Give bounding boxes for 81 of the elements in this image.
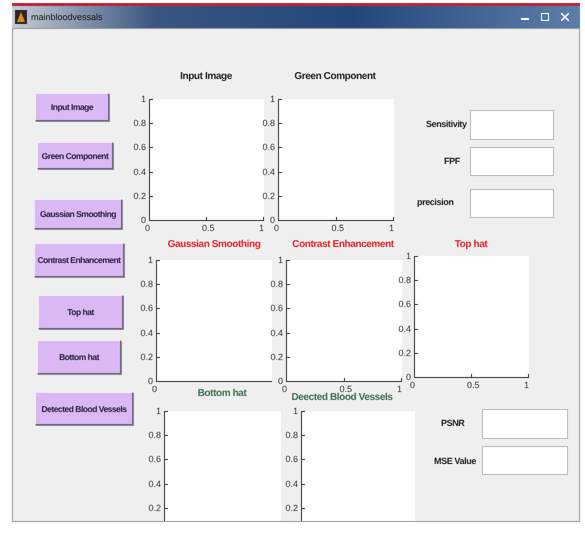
tick-label: 1 xyxy=(140,94,146,104)
tick-label: 1 xyxy=(156,406,161,416)
tick-label: 0.8 xyxy=(285,430,298,440)
input-field[interactable] xyxy=(470,110,554,140)
tick-label: 1 xyxy=(397,384,402,394)
axes-title: Gaussian Smoothing xyxy=(168,239,260,250)
input-field[interactable] xyxy=(482,409,568,439)
tick-label: 0.6 xyxy=(398,299,411,310)
axes-title: Bottom hat xyxy=(198,388,246,399)
push-button[interactable]: Contrast Enhancement xyxy=(34,243,124,277)
tick-label: 0 xyxy=(410,380,416,390)
tick-label: 0.4 xyxy=(133,166,146,177)
tick-label: 1 xyxy=(278,255,283,265)
tick-label: 0.5 xyxy=(332,223,344,233)
tick-label: 1 xyxy=(270,94,275,104)
tick-label: 0.8 xyxy=(140,279,153,290)
axes-title: Input Image xyxy=(180,71,232,82)
tick-label: 0.8 xyxy=(148,430,161,440)
tick-label: 0 xyxy=(145,223,150,233)
field-label: FPF xyxy=(444,156,460,166)
input-field[interactable] xyxy=(470,189,554,218)
push-button[interactable]: Input Image xyxy=(35,93,109,121)
input-field[interactable] xyxy=(482,446,568,475)
tick-label: 1 xyxy=(406,251,411,261)
axes-title: Top hat xyxy=(454,239,488,250)
axes-title: Deected Blood Vessels xyxy=(291,392,393,403)
tick-label: 0 xyxy=(282,384,288,394)
tick-label: 0.2 xyxy=(133,190,146,201)
tick-label: 0 xyxy=(270,215,275,225)
tick-label: 0.2 xyxy=(140,352,153,362)
tick-label: 0 xyxy=(148,376,153,386)
tick-label: 0.5 xyxy=(340,384,352,394)
axes-title: Green Component xyxy=(294,71,376,82)
tick-label: 0.6 xyxy=(140,303,153,314)
app-logo-icon xyxy=(15,10,27,24)
tick-label: 0.6 xyxy=(285,454,298,464)
tick-label: 1 xyxy=(524,380,530,390)
tick-label: 1 xyxy=(292,406,298,416)
close-icon[interactable] xyxy=(561,13,569,21)
tick-label: 0.6 xyxy=(133,142,146,152)
push-button[interactable]: Bottom hat xyxy=(37,340,121,374)
tick-label: 0.4 xyxy=(270,328,283,338)
tick-label: 0.2 xyxy=(262,190,275,201)
tick-label: 0 xyxy=(278,376,283,386)
tick-label: 0 xyxy=(140,215,146,225)
field-label: Sensitivity xyxy=(426,119,467,129)
push-button[interactable]: Gaussian Smoothing xyxy=(34,199,122,229)
tick-label: 0 xyxy=(152,384,158,394)
tick-label: 0.2 xyxy=(148,502,161,513)
window-title: mainbloodvessals xyxy=(31,12,104,22)
tick-label: 0.2 xyxy=(270,352,283,362)
tick-label: 1 xyxy=(389,223,394,233)
tick-label: 0.2 xyxy=(398,348,411,358)
tick-label: 0.8 xyxy=(262,118,275,128)
tick-label: 0.8 xyxy=(133,118,146,128)
push-button[interactable]: Green Component xyxy=(37,142,113,169)
tick-label: 0.5 xyxy=(467,380,480,390)
tick-label: 0.4 xyxy=(398,324,411,334)
tick-label: 0.8 xyxy=(270,279,283,290)
input-field[interactable] xyxy=(470,147,554,176)
tick-label: 0 xyxy=(274,223,280,233)
field-label: MSE Value xyxy=(434,456,476,466)
tick-label: 0.2 xyxy=(285,502,298,513)
push-button[interactable]: Top hat xyxy=(38,295,123,329)
tick-label: 0.8 xyxy=(398,275,411,286)
tick-label: 0.4 xyxy=(140,328,153,338)
tick-label: 0 xyxy=(406,372,411,382)
tick-label: 0.6 xyxy=(262,142,275,152)
tick-label: 0.6 xyxy=(270,303,283,314)
field-label: precision xyxy=(417,197,454,207)
tick-label: 0.5 xyxy=(202,223,215,233)
maximize-icon[interactable] xyxy=(541,13,549,21)
tick-label: 1 xyxy=(148,255,153,265)
axes-title: Contrast Enhancement xyxy=(292,239,394,250)
tick-label: 0.4 xyxy=(285,478,298,489)
push-button[interactable]: Detected Blood Vessels xyxy=(35,392,133,425)
tick-label: 1 xyxy=(259,223,264,233)
tick-label: 0.4 xyxy=(148,478,161,489)
tick-label: 0.6 xyxy=(148,454,161,464)
tick-label: 0.4 xyxy=(262,166,275,177)
field-label: PSNR xyxy=(441,418,464,428)
